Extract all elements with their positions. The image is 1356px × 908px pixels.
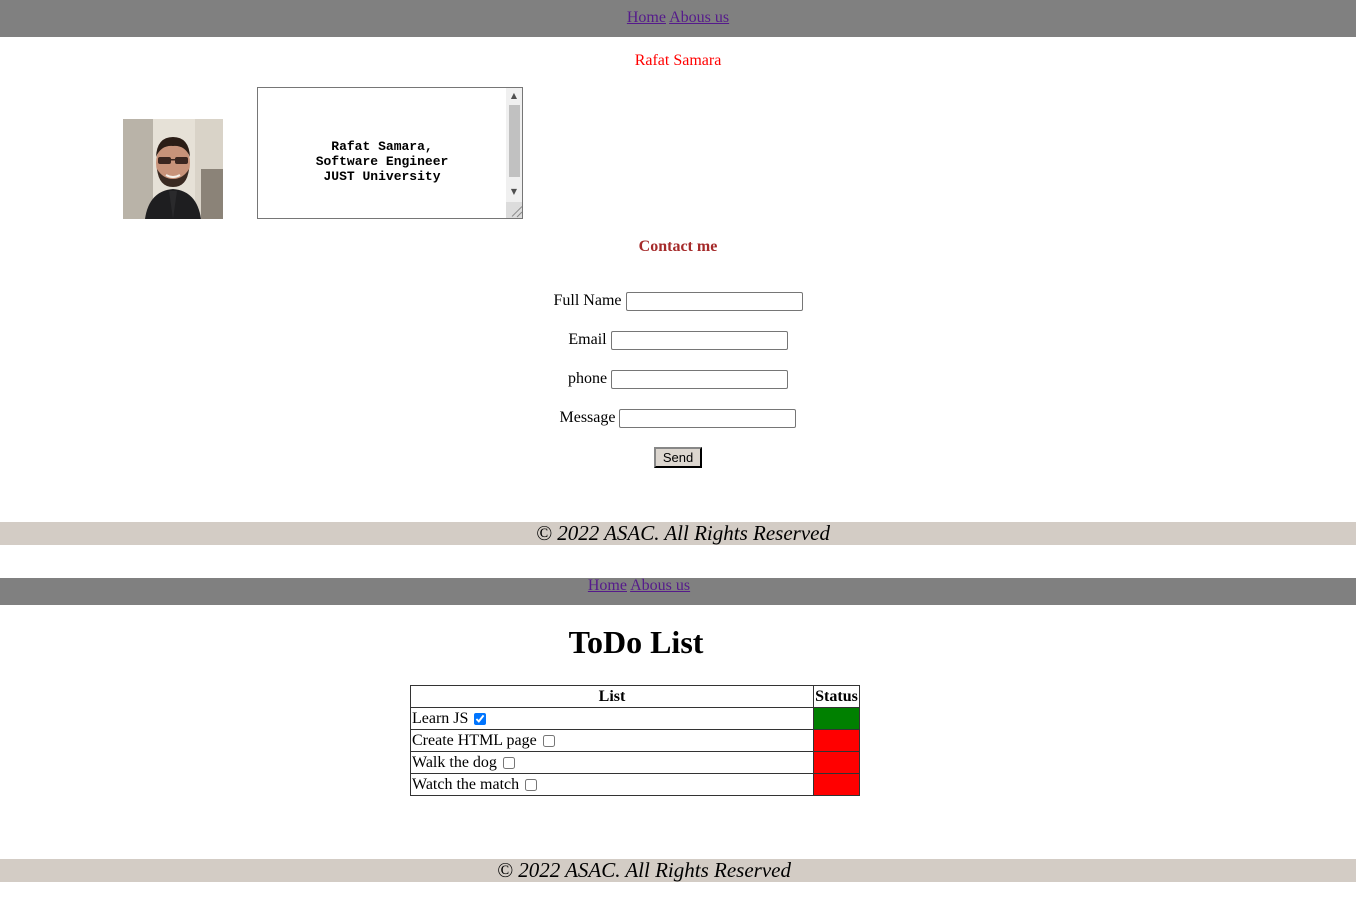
profile-photo — [123, 119, 223, 219]
message-row: Message — [0, 407, 1356, 429]
message-label: Message — [559, 409, 616, 426]
todo-header-row: List Status — [410, 685, 860, 708]
todo-item-checkbox[interactable] — [502, 756, 515, 769]
bio-textarea[interactable]: Rafat Samara, Software Engineer JUST Uni… — [257, 87, 523, 219]
todo-title: ToDo List — [568, 624, 704, 660]
todo-item-label: Learn JS — [412, 709, 469, 727]
phone-input[interactable] — [611, 369, 789, 389]
status-cell — [813, 773, 860, 796]
contact-heading: Contact me — [638, 238, 718, 255]
full-name-row: Full Name — [0, 290, 1356, 312]
phone-label: phone — [567, 370, 608, 387]
email-input[interactable] — [610, 330, 788, 350]
resize-grip-icon[interactable] — [506, 202, 522, 218]
todo-item-cell: Learn JS — [410, 707, 814, 730]
todo-item-label: Create HTML page — [412, 731, 537, 749]
todo-item-checkbox[interactable] — [474, 712, 487, 725]
status-header: Status — [813, 685, 860, 708]
status-cell — [813, 751, 860, 774]
scroll-down-arrow-icon[interactable]: ▼ — [506, 184, 522, 199]
footer-bottom-text: © 2022 ASAC. All Rights Reserved — [497, 859, 791, 882]
bottom-nav-links: Home Abous us — [0, 578, 1356, 594]
bio-text[interactable]: Rafat Samara, Software Engineer JUST Uni… — [258, 88, 506, 218]
todo-row: Watch the match — [410, 773, 860, 796]
todo-row: Learn JS — [410, 707, 860, 730]
top-nav: Home Abous us — [0, 0, 1356, 37]
scroll-thumb[interactable] — [509, 105, 520, 177]
footer-top: © 2022 ASAC. All Rights Reserved — [0, 522, 1356, 545]
nav2-about-link[interactable]: Abous us — [630, 577, 690, 594]
full-name-label: Full Name — [553, 292, 622, 309]
todo-row: Create HTML page — [410, 729, 860, 752]
status-cell — [813, 729, 860, 752]
nav-about-link[interactable]: Abous us — [669, 9, 729, 26]
nav-home-link[interactable]: Home — [627, 9, 666, 26]
footer-top-text: © 2022 ASAC. All Rights Reserved — [536, 522, 830, 545]
full-name-input[interactable] — [625, 291, 803, 311]
message-input[interactable] — [619, 408, 797, 428]
todo-item-cell: Watch the match — [410, 773, 814, 796]
status-cell — [813, 707, 860, 730]
phone-row: phone — [0, 368, 1356, 390]
todo-item-label: Watch the match — [412, 775, 520, 793]
todo-table: List Status Learn JS Create HTML page Wa… — [410, 685, 860, 796]
todo-item-cell: Walk the dog — [410, 751, 814, 774]
bio-scrollbar[interactable]: ▲ ▼ — [506, 88, 522, 218]
list-header: List — [410, 685, 814, 708]
scroll-up-arrow-icon[interactable]: ▲ — [506, 88, 522, 103]
email-row: Email — [0, 329, 1356, 351]
send-wrap: Send — [0, 447, 1356, 468]
todo-item-checkbox[interactable] — [525, 778, 538, 791]
email-label: Email — [568, 331, 607, 348]
todo-item-cell: Create HTML page — [410, 729, 814, 752]
send-button[interactable]: Send — [654, 447, 702, 468]
bottom-nav: Home Abous us — [0, 578, 1356, 605]
footer-bottom: © 2022 ASAC. All Rights Reserved — [0, 859, 1356, 882]
profile-name: Rafat Samara — [634, 52, 722, 69]
todo-item-checkbox[interactable] — [542, 734, 555, 747]
nav2-home-link[interactable]: Home — [588, 577, 627, 594]
todo-row: Walk the dog — [410, 751, 860, 774]
todo-item-label: Walk the dog — [412, 753, 497, 771]
